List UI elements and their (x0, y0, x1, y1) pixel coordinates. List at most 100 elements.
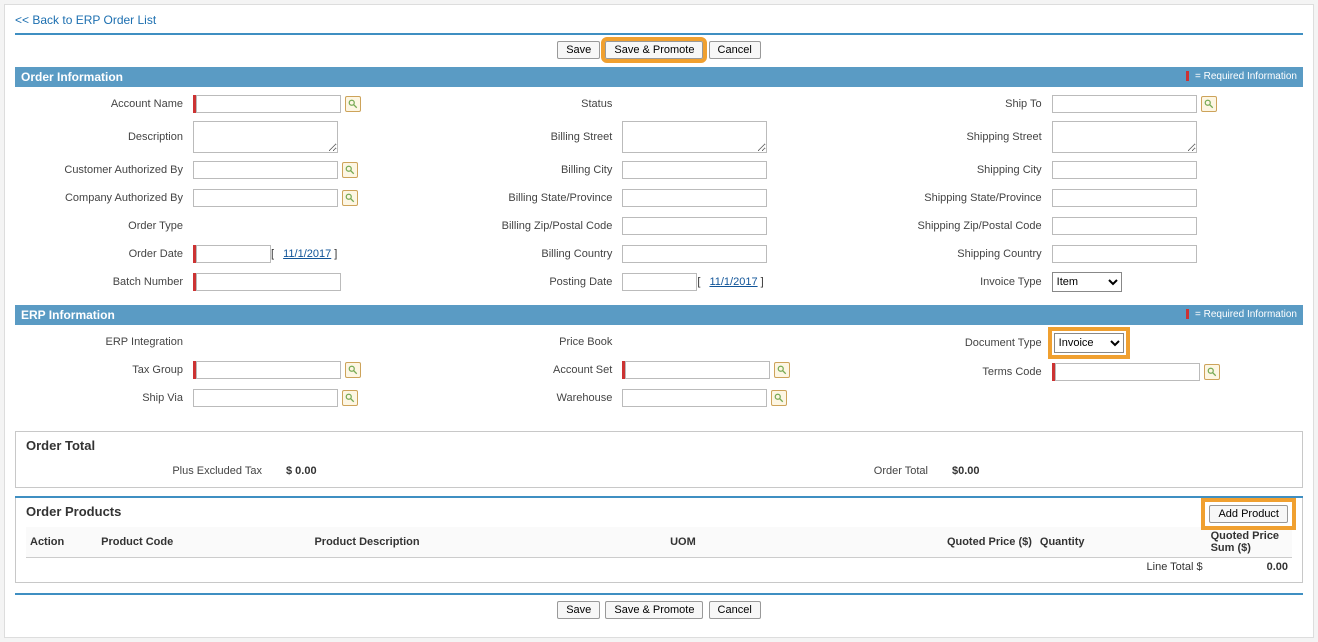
posting-date-link[interactable]: 11/1/2017 (709, 276, 757, 288)
col-action: Action (26, 527, 97, 558)
order-info-grid: Account Name Description Customer Author… (15, 87, 1303, 305)
posting-date-input[interactable] (622, 273, 697, 291)
ship-to-input[interactable] (1052, 95, 1197, 113)
lookup-icon[interactable] (342, 190, 358, 206)
section-title: Order Information (21, 70, 123, 84)
value-line-total: 0.00 (1207, 558, 1292, 577)
cancel-button[interactable]: Cancel (709, 41, 761, 59)
label-line-total: Line Total $ (26, 558, 1207, 577)
label-tax-group: Tax Group (23, 364, 193, 376)
batch-number-input[interactable] (196, 273, 341, 291)
label-ship-to: Ship To (882, 98, 1052, 110)
account-name-input[interactable] (196, 95, 341, 113)
back-link[interactable]: << Back to ERP Order List (15, 5, 156, 33)
required-note: = Required Information (1186, 307, 1297, 323)
shipping-zip-input[interactable] (1052, 217, 1197, 235)
label-billing-city: Billing City (452, 164, 622, 176)
save-button-bottom[interactable]: Save (557, 601, 600, 619)
label-billing-state: Billing State/Province (452, 192, 622, 204)
billing-state-input[interactable] (622, 189, 767, 207)
label-document-type: Document Type (882, 337, 1052, 349)
required-note: = Required Information (1186, 69, 1297, 85)
order-information-header: Order Information = Required Information (15, 67, 1303, 87)
line-total-row: Line Total $ 0.00 (26, 558, 1292, 577)
label-cust-auth: Customer Authorized By (23, 164, 193, 176)
comp-auth-input[interactable] (193, 189, 338, 207)
divider-bottom (15, 593, 1303, 595)
label-comp-auth: Company Authorized By (23, 192, 193, 204)
label-terms-code: Terms Code (882, 366, 1052, 378)
label-shipping-country: Shipping Country (882, 248, 1052, 260)
label-price-book: Price Book (452, 336, 622, 348)
label-order-type: Order Type (23, 220, 193, 232)
col-quoted-price-sum: Quoted Price Sum ($) (1207, 527, 1292, 558)
col-product-code: Product Code (97, 527, 310, 558)
lookup-icon[interactable] (345, 96, 361, 112)
label-shipping-street: Shipping Street (882, 131, 1052, 143)
order-date-link[interactable]: 11/1/2017 (283, 248, 331, 260)
shipping-country-input[interactable] (1052, 245, 1197, 263)
label-account-name: Account Name (23, 98, 193, 110)
required-indicator-icon (1186, 309, 1189, 319)
section-title: ERP Information (21, 308, 115, 322)
erp-info-grid: ERP Integration Tax Group Ship Via (15, 325, 1303, 421)
account-set-input[interactable] (625, 361, 770, 379)
order-total-section: Order Total Plus Excluded Tax $ 0.00 Ord… (15, 431, 1303, 488)
label-status: Status (452, 98, 622, 110)
save-promote-button[interactable]: Save & Promote (605, 41, 703, 59)
billing-street-input[interactable] (622, 121, 767, 153)
lookup-icon[interactable] (342, 390, 358, 406)
label-batch-number: Batch Number (23, 276, 193, 288)
value-order-total: $0.00 (952, 465, 1292, 477)
label-order-total: Order Total (832, 465, 952, 477)
lookup-icon[interactable] (774, 362, 790, 378)
erp-information-header: ERP Information = Required Information (15, 305, 1303, 325)
label-shipping-state: Shipping State/Province (882, 192, 1052, 204)
label-account-set: Account Set (452, 364, 622, 376)
save-button[interactable]: Save (557, 41, 600, 59)
save-promote-button-bottom[interactable]: Save & Promote (605, 601, 703, 619)
col-uom: UOM (666, 527, 780, 558)
ship-via-input[interactable] (193, 389, 338, 407)
billing-city-input[interactable] (622, 161, 767, 179)
cust-auth-input[interactable] (193, 161, 338, 179)
divider-top (15, 33, 1303, 35)
label-billing-zip: Billing Zip/Postal Code (452, 220, 622, 232)
label-ship-via: Ship Via (23, 392, 193, 404)
lookup-icon[interactable] (771, 390, 787, 406)
invoice-type-select[interactable]: Item (1052, 272, 1122, 292)
billing-zip-input[interactable] (622, 217, 767, 235)
cancel-button-bottom[interactable]: Cancel (709, 601, 761, 619)
label-plus-excluded-tax: Plus Excluded Tax (26, 465, 286, 477)
shipping-city-input[interactable] (1052, 161, 1197, 179)
lookup-icon[interactable] (1204, 364, 1220, 380)
warehouse-input[interactable] (622, 389, 767, 407)
col-quoted-price: Quoted Price ($) (780, 527, 1036, 558)
label-billing-country: Billing Country (452, 248, 622, 260)
label-invoice-type: Invoice Type (882, 276, 1052, 288)
tax-group-input[interactable] (196, 361, 341, 379)
description-input[interactable] (193, 121, 338, 153)
shipping-street-input[interactable] (1052, 121, 1197, 153)
billing-country-input[interactable] (622, 245, 767, 263)
order-products-section: Order Products Add Product Action Produc… (15, 498, 1303, 583)
terms-code-input[interactable] (1055, 363, 1200, 381)
add-product-button[interactable]: Add Product (1209, 505, 1288, 523)
col-quantity: Quantity (1036, 527, 1207, 558)
value-plus-excluded-tax: $ 0.00 (286, 465, 317, 477)
action-bar-bottom: Save Save & Promote Cancel (15, 601, 1303, 619)
label-shipping-city: Shipping City (882, 164, 1052, 176)
order-total-header: Order Total (26, 438, 1292, 453)
document-type-select[interactable]: Invoice (1054, 333, 1124, 353)
required-indicator-icon (1186, 71, 1189, 81)
order-date-input[interactable] (196, 245, 271, 263)
shipping-state-input[interactable] (1052, 189, 1197, 207)
label-description: Description (23, 131, 193, 143)
lookup-icon[interactable] (345, 362, 361, 378)
lookup-icon[interactable] (1201, 96, 1217, 112)
lookup-icon[interactable] (342, 162, 358, 178)
label-shipping-zip: Shipping Zip/Postal Code (882, 220, 1052, 232)
label-posting-date: Posting Date (452, 276, 622, 288)
label-order-date: Order Date (23, 248, 193, 260)
col-product-description: Product Description (310, 527, 666, 558)
